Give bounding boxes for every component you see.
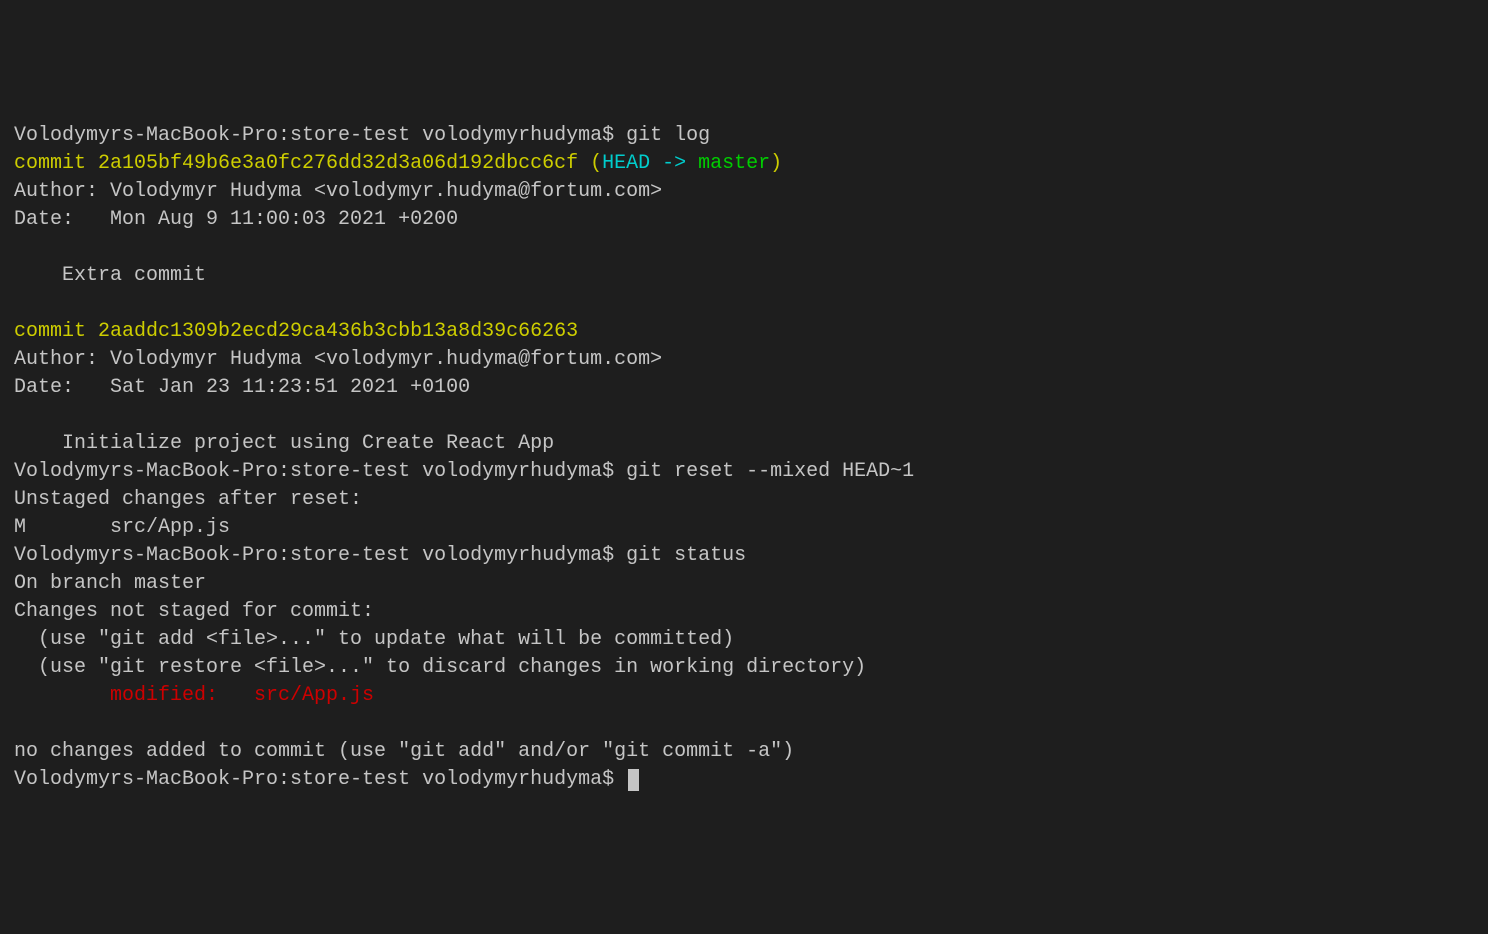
commit-label: commit (14, 320, 98, 343)
prompt-text: Volodymyrs-MacBook-Pro:store-test volody… (14, 544, 626, 567)
status-branch: On branch master (14, 570, 1474, 598)
date-line: Date: Mon Aug 9 11:00:03 2021 +0200 (14, 206, 1474, 234)
commit-label: commit (14, 152, 98, 175)
author-line: Author: Volodymyr Hudyma <volodymyr.hudy… (14, 346, 1474, 374)
reset-file: M src/App.js (14, 514, 1474, 542)
terminal-output[interactable]: Volodymyrs-MacBook-Pro:store-test volody… (14, 122, 1474, 794)
modified-file: modified: src/App.js (110, 684, 374, 707)
reset-output: Unstaged changes after reset: (14, 486, 1474, 514)
command-text: git status (626, 544, 746, 567)
ref-open: ( (578, 152, 602, 175)
status-hint: (use "git restore <file>..." to discard … (14, 654, 1474, 682)
author-line: Author: Volodymyr Hudyma <volodymyr.hudy… (14, 178, 1474, 206)
cursor-icon (628, 769, 639, 791)
prompt-text: Volodymyrs-MacBook-Pro:store-test volody… (14, 124, 626, 147)
commit-hash: 2aaddc1309b2ecd29ca436b3cbb13a8d39c66263 (98, 320, 578, 343)
prompt-text: Volodymyrs-MacBook-Pro:store-test volody… (14, 460, 626, 483)
ref-close: ) (770, 152, 782, 175)
commit-message: Extra commit (14, 262, 1474, 290)
head-ref: HEAD -> (602, 152, 698, 175)
date-line: Date: Sat Jan 23 11:23:51 2021 +0100 (14, 374, 1474, 402)
command-text: git log (626, 124, 710, 147)
modified-indent (14, 684, 110, 707)
commit-hash: 2a105bf49b6e3a0fc276dd32d3a06d192dbcc6cf (98, 152, 578, 175)
status-no-changes: no changes added to commit (use "git add… (14, 738, 1474, 766)
commit-message: Initialize project using Create React Ap… (14, 430, 1474, 458)
status-not-staged: Changes not staged for commit: (14, 598, 1474, 626)
command-text: git reset --mixed HEAD~1 (626, 460, 914, 483)
status-hint: (use "git add <file>..." to update what … (14, 626, 1474, 654)
prompt-text: Volodymyrs-MacBook-Pro:store-test volody… (14, 768, 626, 791)
branch-ref: master (698, 152, 770, 175)
